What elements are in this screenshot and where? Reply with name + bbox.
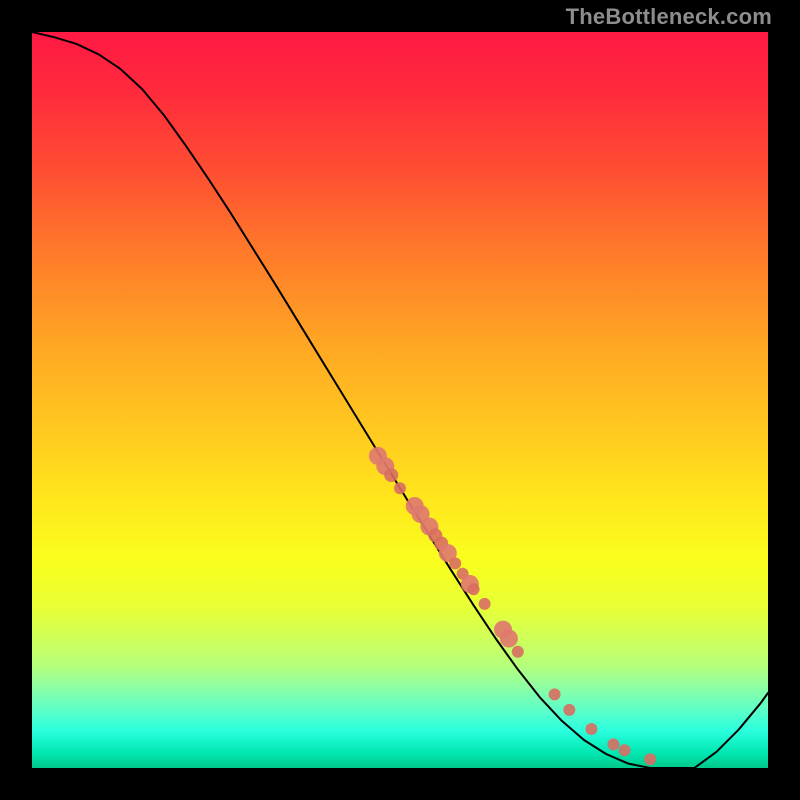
bottleneck-curve xyxy=(32,32,768,768)
marker-layer xyxy=(369,447,656,765)
data-marker xyxy=(549,688,561,700)
data-marker xyxy=(449,557,461,569)
watermark-text: TheBottleneck.com xyxy=(566,4,772,30)
data-marker xyxy=(619,744,631,756)
data-marker xyxy=(563,704,575,716)
chart-svg-overlay xyxy=(32,32,768,768)
data-marker xyxy=(585,723,597,735)
data-marker xyxy=(500,630,518,648)
data-marker xyxy=(479,598,491,610)
data-marker xyxy=(468,583,480,595)
data-marker xyxy=(394,482,406,494)
data-marker xyxy=(512,646,524,658)
data-marker xyxy=(644,753,656,765)
data-marker xyxy=(384,468,398,482)
data-marker xyxy=(607,738,619,750)
